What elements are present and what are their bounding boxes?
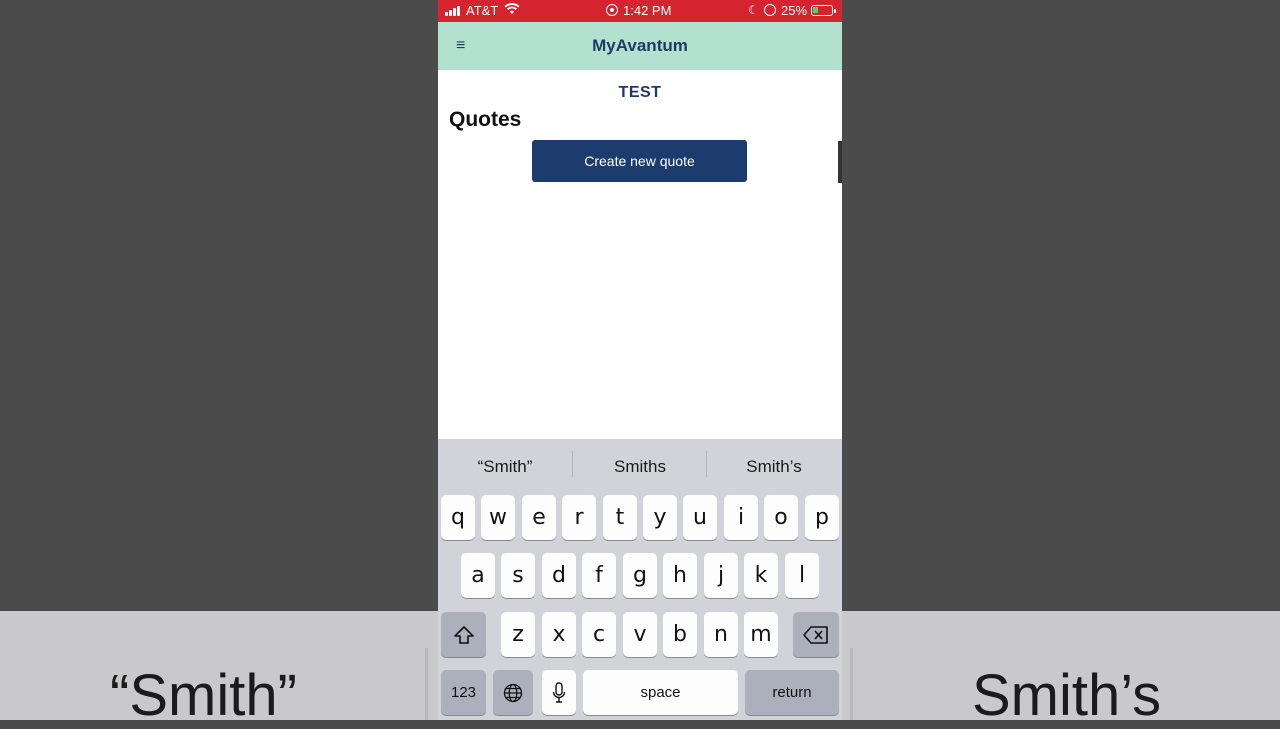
signal-icon	[445, 6, 463, 16]
status-bar: AT&T 1:42 PM ☾ 25%	[438, 0, 842, 22]
background-word-right: Smith’s	[972, 663, 1162, 728]
key-e[interactable]: e	[522, 495, 556, 540]
return-key[interactable]: return	[745, 670, 839, 715]
keyboard: “Smith” Smiths Smith’s q w e r t y u i o…	[438, 439, 842, 720]
globe-icon	[503, 683, 523, 703]
app-header: ≡ MyAvantum	[438, 22, 842, 70]
numbers-key[interactable]: 123	[441, 670, 486, 715]
key-a[interactable]: a	[461, 553, 495, 598]
shift-icon	[453, 626, 474, 644]
space-key[interactable]: space	[583, 670, 738, 715]
key-l[interactable]: l	[785, 553, 819, 598]
battery-percent: 25%	[781, 3, 808, 18]
carrier-label: AT&T	[466, 3, 499, 18]
key-u[interactable]: u	[683, 495, 717, 540]
key-q[interactable]: q	[441, 495, 475, 540]
phone-screen: AT&T 1:42 PM ☾ 25% ≡ MyAvantum TEST Quot…	[438, 0, 842, 720]
shift-key[interactable]	[441, 612, 486, 657]
background-word-left: “Smith”	[110, 663, 297, 728]
key-d[interactable]: d	[542, 553, 576, 598]
key-v[interactable]: v	[623, 612, 657, 657]
background-divider	[425, 648, 428, 720]
backspace-icon	[803, 626, 828, 644]
wifi-icon	[504, 3, 520, 18]
app-title: MyAvantum	[592, 36, 688, 55]
do-not-disturb-icon: ☾	[748, 3, 759, 17]
prediction-item[interactable]: Smiths	[573, 457, 707, 477]
delete-key[interactable]	[793, 612, 839, 657]
key-r[interactable]: r	[562, 495, 596, 540]
create-new-quote-button[interactable]: Create new quote	[532, 140, 747, 182]
key-s[interactable]: s	[501, 553, 535, 598]
key-b[interactable]: b	[663, 612, 697, 657]
key-f[interactable]: f	[582, 553, 616, 598]
key-p[interactable]: p	[805, 495, 839, 540]
background-divider	[850, 648, 853, 720]
predictive-bar: “Smith” Smiths Smith’s	[438, 439, 842, 491]
key-n[interactable]: n	[704, 612, 738, 657]
key-i[interactable]: i	[724, 495, 758, 540]
key-w[interactable]: w	[481, 495, 515, 540]
page-title: Quotes	[449, 108, 522, 131]
key-c[interactable]: c	[582, 612, 616, 657]
prediction-item[interactable]: “Smith”	[438, 457, 572, 477]
key-o[interactable]: o	[764, 495, 798, 540]
key-k[interactable]: k	[744, 553, 778, 598]
key-y[interactable]: y	[643, 495, 677, 540]
edge-shadow	[838, 141, 842, 183]
key-t[interactable]: t	[603, 495, 637, 540]
screen-recording-icon	[606, 4, 618, 16]
key-x[interactable]: x	[542, 612, 576, 657]
key-h[interactable]: h	[663, 553, 697, 598]
microphone-key[interactable]	[542, 670, 576, 715]
globe-key[interactable]	[493, 670, 533, 715]
key-g[interactable]: g	[623, 553, 657, 598]
key-j[interactable]: j	[704, 553, 738, 598]
battery-icon	[811, 5, 836, 16]
prediction-item[interactable]: Smith’s	[707, 457, 841, 477]
key-z[interactable]: z	[501, 612, 535, 657]
microphone-icon	[552, 682, 566, 703]
key-m[interactable]: m	[744, 612, 778, 657]
organization-name: TEST	[618, 84, 662, 101]
rotation-lock-icon	[764, 4, 776, 16]
status-time: 1:42 PM	[623, 3, 672, 18]
